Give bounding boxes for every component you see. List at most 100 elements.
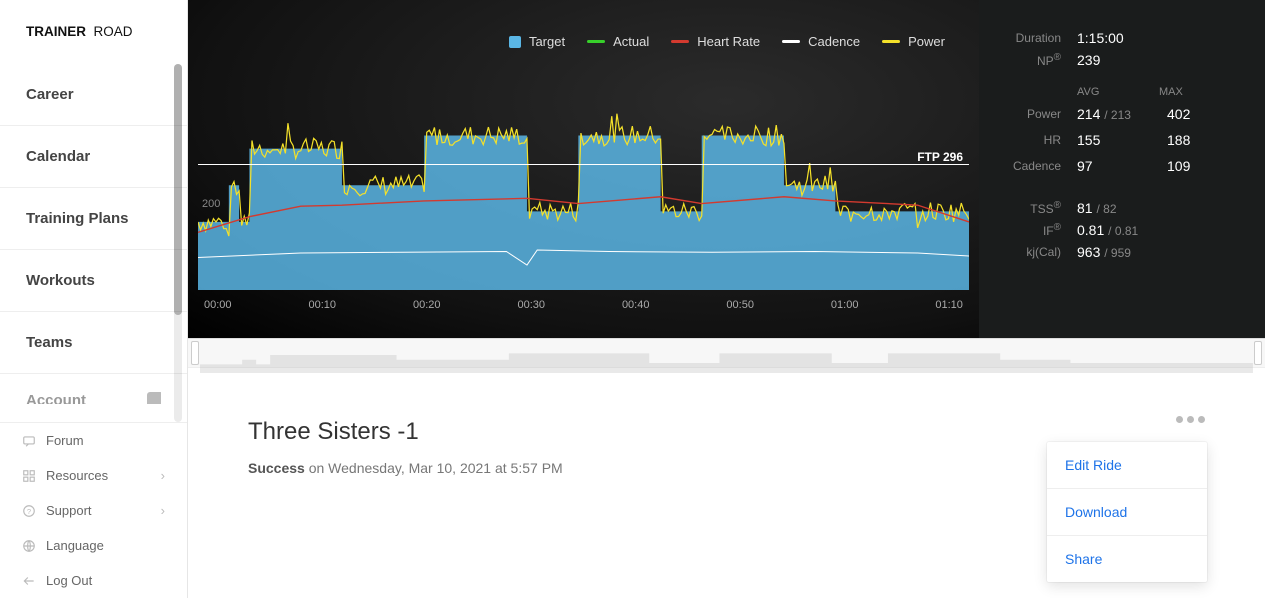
stat-label-cadence: Cadence: [1003, 159, 1061, 173]
legend-label: Heart Rate: [697, 34, 760, 49]
help-icon: ?: [22, 504, 36, 518]
account-badge-icon: [147, 393, 161, 404]
range-selector[interactable]: [188, 338, 1265, 368]
nav-secondary-label: Forum: [46, 433, 84, 448]
legend-swatch-cadence: [782, 40, 800, 43]
x-tick: 00:50: [726, 299, 754, 311]
legend-label: Cadence: [808, 34, 860, 49]
nav-logout[interactable]: Log Out: [0, 563, 187, 598]
dot-icon: [1176, 416, 1183, 423]
sidebar-scrollbar-thumb[interactable]: [174, 64, 182, 315]
stat-col-max: MAX: [1159, 86, 1241, 98]
nav-secondary-label: Support: [46, 503, 92, 518]
x-tick: 00:10: [308, 299, 336, 311]
nav-forum[interactable]: Forum: [0, 423, 187, 458]
nav-secondary-label: Language: [46, 538, 104, 553]
chart-area[interactable]: Target Actual Heart Rate Cadence: [188, 0, 979, 338]
x-axis-ticks: 00:00 00:10 00:20 00:30 00:40 00:50 01:0…: [198, 295, 969, 317]
stat-col-avg: AVG: [1077, 86, 1159, 98]
stat-label-hr: HR: [1003, 133, 1061, 147]
nav-language[interactable]: Language: [0, 528, 187, 563]
menu-item-share[interactable]: Share: [1047, 536, 1207, 582]
workout-timestamp: on Wednesday, Mar 10, 2021 at 5:57 PM: [309, 460, 563, 476]
stat-power-avg: 214 / 213: [1061, 106, 1151, 122]
range-handle-right[interactable]: [1254, 341, 1262, 365]
x-tick: 00:00: [204, 299, 232, 311]
legend-swatch-actual: [587, 40, 605, 43]
sidebar: TRAINER ROAD Career Calendar Training Pl…: [0, 0, 188, 598]
workout-status: Success: [248, 460, 305, 476]
nav-support[interactable]: ? Support ›: [0, 493, 187, 528]
menu-item-edit-ride[interactable]: Edit Ride: [1047, 442, 1207, 489]
stat-label-power: Power: [1003, 107, 1061, 121]
x-tick: 00:40: [622, 299, 650, 311]
nav-secondary-label: Log Out: [46, 573, 92, 588]
stat-hr-avg: 155: [1061, 132, 1151, 148]
workout-detail: Three Sisters -1 Success on Wednesday, M…: [188, 368, 1265, 598]
logo-main: TRAINER: [26, 24, 86, 39]
stats-panel: Duration 1:15:00 NP® 239 AVG MAX Power 2…: [979, 0, 1265, 338]
legend-swatch-power: [882, 40, 900, 43]
nav-main: Career Calendar Training Plans Workouts …: [0, 64, 187, 422]
stat-label-duration: Duration: [1003, 31, 1061, 45]
stat-cadence-max: 109: [1151, 158, 1241, 174]
nav-bottom: Forum Resources › ? Support › Language: [0, 422, 187, 598]
legend-item-target: Target: [509, 34, 565, 49]
logo[interactable]: TRAINER ROAD: [0, 0, 187, 64]
main: Target Actual Heart Rate Cadence: [188, 0, 1265, 598]
more-menu-trigger[interactable]: [1176, 416, 1205, 423]
stat-hr-max: 188: [1151, 132, 1241, 148]
stat-cadence-avg: 97: [1061, 158, 1151, 174]
ftp-line: [198, 164, 969, 165]
stat-value-tss: 81 / 82: [1061, 200, 1241, 216]
nav-item-calendar[interactable]: Calendar: [0, 126, 187, 188]
stat-label-tss: TSS®: [1003, 200, 1061, 216]
chevron-right-icon: ›: [161, 468, 165, 483]
stat-label-np: NP®: [1003, 52, 1061, 68]
legend-item-power: Power: [882, 34, 945, 49]
svg-text:?: ?: [27, 506, 31, 515]
nav-resources[interactable]: Resources ›: [0, 458, 187, 493]
arrow-left-icon: [22, 574, 36, 588]
grid-icon: [22, 469, 36, 483]
chevron-right-icon: ›: [161, 503, 165, 518]
x-tick: 01:10: [935, 299, 963, 311]
stat-value-if: 0.81 / 0.81: [1061, 222, 1241, 238]
legend-item-cadence: Cadence: [782, 34, 860, 49]
chart-panel: Target Actual Heart Rate Cadence: [188, 0, 1265, 338]
menu-item-download[interactable]: Download: [1047, 489, 1207, 536]
stat-value-np: 239: [1061, 52, 1241, 68]
context-menu: Edit Ride Download Share: [1047, 442, 1207, 582]
legend-item-hr: Heart Rate: [671, 34, 760, 49]
stat-label-if: IF®: [1003, 222, 1061, 238]
y-tick-200: 200: [202, 198, 220, 210]
stat-power-max: 402: [1151, 106, 1241, 122]
ftp-label: FTP 296: [917, 150, 963, 164]
range-handle-left[interactable]: [191, 341, 199, 365]
legend-item-actual: Actual: [587, 34, 649, 49]
x-tick: 00:30: [517, 299, 545, 311]
nav-item-label: Account: [26, 392, 86, 405]
stat-label-kj: kj(Cal): [1003, 245, 1061, 259]
dot-icon: [1187, 416, 1194, 423]
legend-label: Power: [908, 34, 945, 49]
nav-item-career[interactable]: Career: [0, 64, 187, 126]
nav-item-account[interactable]: Account: [0, 374, 187, 404]
nav-item-teams[interactable]: Teams: [0, 312, 187, 374]
x-tick: 00:20: [413, 299, 441, 311]
chat-icon: [22, 434, 36, 448]
nav-secondary-label: Resources: [46, 468, 108, 483]
logo-sub: ROAD: [94, 24, 133, 39]
x-tick: 01:00: [831, 299, 859, 311]
nav-item-training-plans[interactable]: Training Plans: [0, 188, 187, 250]
nav-item-workouts[interactable]: Workouts: [0, 250, 187, 312]
legend-label: Actual: [613, 34, 649, 49]
legend-swatch-hr: [671, 40, 689, 43]
chart-plot[interactable]: 200 FTP 296 00:00: [198, 70, 969, 330]
globe-icon: [22, 539, 36, 553]
legend-label: Target: [529, 34, 565, 49]
legend-swatch-target: [509, 36, 521, 48]
chart-legend: Target Actual Heart Rate Cadence: [188, 34, 959, 49]
dot-icon: [1198, 416, 1205, 423]
stat-value-kj: 963 / 959: [1061, 244, 1241, 260]
